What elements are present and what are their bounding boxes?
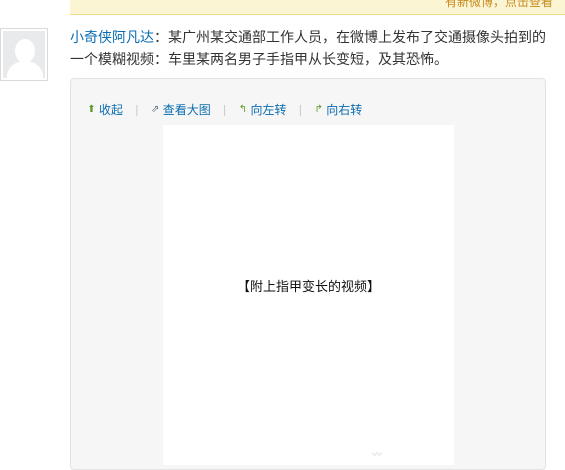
avatar[interactable] [0,28,48,81]
media-panel: ⬆ 收起 | ⇗ 查看大图 | ↰ 向左转 | ↱ 向右转 【附上指甲变长的视频… [70,78,546,470]
rotate-left-icon: ↰ [238,103,248,115]
image-toolbar: ⬆ 收起 | ⇗ 查看大图 | ↰ 向左转 | ↱ 向右转 [87,101,362,117]
author-colon: ： [154,30,168,46]
avatar-placeholder-icon [3,31,45,80]
collapse-label: 收起 [99,102,124,117]
toolbar-separator: | [135,102,139,116]
toolbar-separator: | [298,102,303,116]
rotate-right-icon: ↱ [314,103,323,115]
collapse-icon: ⬆ [87,103,96,115]
rotate-left-label: 向左转 [250,102,287,117]
post-image[interactable]: 【附上指甲变长的视频】 〰 [163,125,454,465]
watermark-icon: 〰 [372,450,382,461]
collapse-button[interactable]: ⬆ 收起 [87,101,123,118]
new-posts-notice-text[interactable]: 有新微博，点击查看 [445,0,553,10]
post-text: 小奇侠阿凡达：某广州某交通部工作人员，在微博上发布了交通摄像头拍到的一个模糊视频… [70,27,555,71]
new-posts-notice[interactable]: 有新微博，点击查看 [70,0,565,15]
avatar-head-shape [15,39,35,63]
avatar-shoulders-shape [7,61,43,80]
author-link[interactable]: 小奇侠阿凡达 [70,30,154,46]
rotate-right-label: 向右转 [326,102,363,117]
image-caption: 【附上指甲变长的视频】 [236,280,380,295]
view-large-icon: ⇗ [151,103,160,115]
rotate-left-button[interactable]: ↰ 向左转 [238,101,287,118]
view-large-button[interactable]: ⇗ 查看大图 [151,101,211,118]
toolbar-separator: | [222,102,227,116]
rotate-right-button[interactable]: ↱ 向右转 [314,101,363,118]
view-large-label: 查看大图 [162,102,211,117]
